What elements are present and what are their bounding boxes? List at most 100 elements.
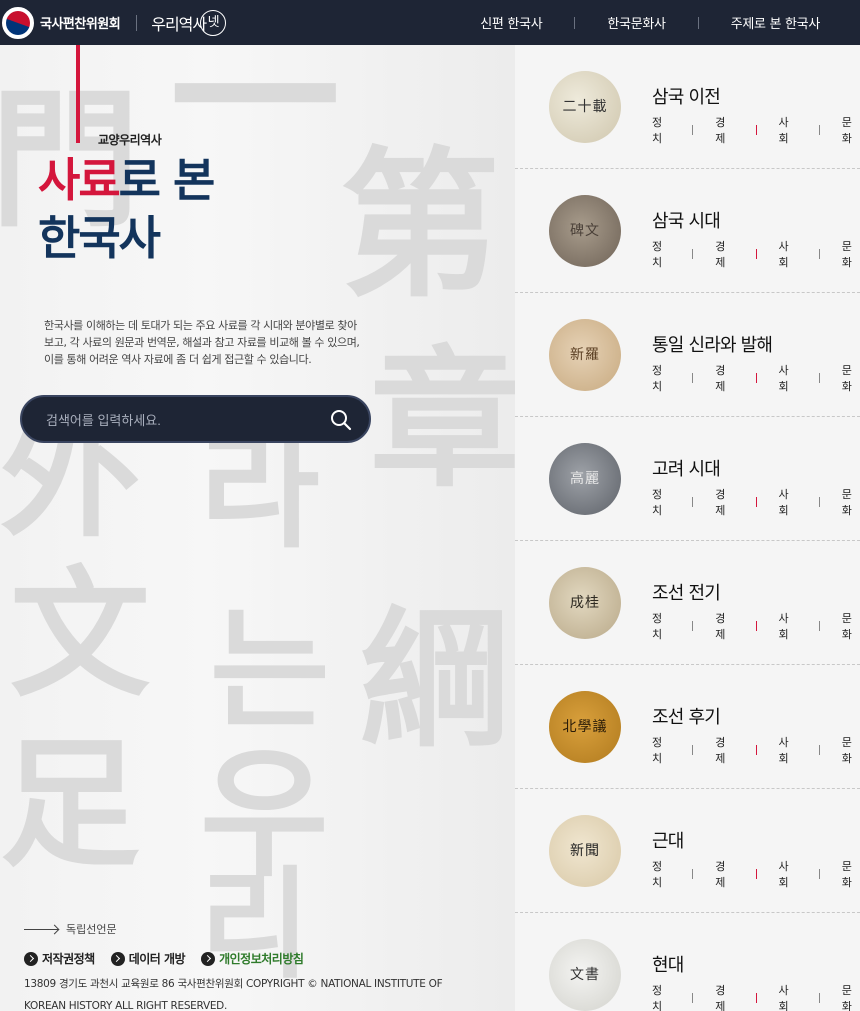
nihk-logo[interactable]: 국사편찬위원회 <box>2 6 121 39</box>
thumb-script: 成桂 <box>570 594 600 611</box>
document-thumbnail: 碑文 <box>549 195 621 267</box>
separator <box>692 125 694 135</box>
category-economy[interactable]: 경제 <box>715 486 733 518</box>
calligraphy-bg: 는 <box>210 593 330 746</box>
period-title: 삼국 이전 <box>652 87 721 108</box>
separator <box>755 497 757 507</box>
category-economy[interactable]: 경제 <box>715 734 733 766</box>
link-label: 개인정보처리방침 <box>219 952 304 966</box>
category-politics[interactable]: 정치 <box>652 114 670 146</box>
chevron-right-icon <box>110 951 125 966</box>
privacy-policy-link[interactable]: 개인정보처리방침 <box>201 950 304 967</box>
separator <box>818 249 820 259</box>
category-culture[interactable]: 문화 <box>842 114 860 146</box>
nav-korean-culture-history[interactable]: 한국문화사 <box>607 13 666 32</box>
thumb-script: 文書 <box>570 966 600 983</box>
category-politics[interactable]: 정치 <box>652 734 670 766</box>
copyright-policy-link[interactable]: 저작권정책 <box>24 950 95 967</box>
category-links: 정치 경제 사회 문화 <box>652 858 860 890</box>
nav-separator <box>697 16 699 29</box>
period-item[interactable]: 碑文 삼국 시대 정치 경제 사회 문화 <box>515 169 860 293</box>
separator <box>818 373 820 383</box>
thumb-script: 新羅 <box>570 346 600 363</box>
category-society[interactable]: 사회 <box>778 362 796 394</box>
category-economy[interactable]: 경제 <box>715 238 733 270</box>
separator <box>755 993 757 1003</box>
category-politics[interactable]: 정치 <box>652 610 670 642</box>
thumb-script: 北學議 <box>562 718 608 735</box>
category-culture[interactable]: 문화 <box>842 982 860 1011</box>
category-links: 정치 경제 사회 문화 <box>652 610 860 642</box>
category-society[interactable]: 사회 <box>778 238 796 270</box>
hero-description: 한국사를 이해하는 데 토대가 되는 주요 사료를 각 시대와 분야별로 찾아보… <box>44 319 360 366</box>
category-society[interactable]: 사회 <box>778 858 796 890</box>
separator <box>818 993 820 1003</box>
hero-section: 門 一 第 章 外 라 文 는 綱 足 우 리 교양우리역사 사료로 본 한국사… <box>0 45 515 1011</box>
search-input[interactable] <box>46 409 326 431</box>
category-politics[interactable]: 정치 <box>652 362 670 394</box>
period-title: 근대 <box>652 831 684 852</box>
category-economy[interactable]: 경제 <box>715 610 733 642</box>
period-item[interactable]: 北學議 조선 후기 정치 경제 사회 문화 <box>515 665 860 789</box>
period-list: 二十載 삼국 이전 정치 경제 사회 문화 碑文 삼국 시대 정치 경제 사회 … <box>515 45 860 1011</box>
open-data-link[interactable]: 데이터 개방 <box>110 950 186 967</box>
brand-circle: 넷 <box>200 9 227 36</box>
nav-thematic-history[interactable]: 주제로 본 한국사 <box>731 13 821 32</box>
separator <box>692 869 694 879</box>
document-thumbnail: 新聞 <box>549 815 621 887</box>
category-economy[interactable]: 경제 <box>715 114 733 146</box>
category-politics[interactable]: 정치 <box>652 858 670 890</box>
category-culture[interactable]: 문화 <box>842 486 860 518</box>
declaration-caption: 독립선언문 <box>24 921 117 937</box>
period-item[interactable]: 文書 현대 정치 경제 사회 문화 <box>515 913 860 1011</box>
chevron-right-icon <box>24 951 38 966</box>
arrow-right-icon <box>24 928 58 930</box>
category-society[interactable]: 사회 <box>778 734 796 766</box>
calligraphy-bg: 第 <box>340 131 501 319</box>
document-thumbnail: 北學議 <box>549 691 621 763</box>
separator <box>755 249 757 259</box>
period-title: 현대 <box>652 955 684 976</box>
separator <box>818 745 820 755</box>
period-title: 조선 전기 <box>652 583 721 604</box>
category-politics[interactable]: 정치 <box>652 486 670 518</box>
period-item[interactable]: 高麗 고려 시대 정치 경제 사회 문화 <box>515 417 860 541</box>
document-thumbnail: 文書 <box>549 939 621 1011</box>
document-thumbnail: 成桂 <box>549 567 621 639</box>
period-item[interactable]: 二十載 삼국 이전 정치 경제 사회 문화 <box>515 45 860 169</box>
category-politics[interactable]: 정치 <box>652 238 670 270</box>
woori-history-logo[interactable]: 우리역사 넷 <box>151 9 227 36</box>
category-society[interactable]: 사회 <box>778 610 796 642</box>
category-culture[interactable]: 문화 <box>842 610 860 642</box>
category-economy[interactable]: 경제 <box>715 858 733 890</box>
period-item[interactable]: 新羅 통일 신라와 발해 정치 경제 사회 문화 <box>515 293 860 417</box>
period-item[interactable]: 成桂 조선 전기 정치 경제 사회 문화 <box>515 541 860 665</box>
category-society[interactable]: 사회 <box>778 982 796 1011</box>
category-links: 정치 경제 사회 문화 <box>652 486 860 518</box>
category-society[interactable]: 사회 <box>778 114 796 146</box>
calligraphy-bg: 足 <box>0 723 141 887</box>
nav-sinpyeon-hankuksa[interactable]: 신편 한국사 <box>480 13 542 32</box>
category-society[interactable]: 사회 <box>778 486 796 518</box>
divider <box>136 14 138 31</box>
brand-text: 우리역사 <box>151 14 207 34</box>
thumb-script: 高麗 <box>570 470 600 487</box>
period-title: 통일 신라와 발해 <box>652 335 773 356</box>
category-culture[interactable]: 문화 <box>842 362 860 394</box>
search-icon[interactable] <box>329 408 353 432</box>
period-item[interactable]: 新聞 근대 정치 경제 사회 문화 <box>515 789 860 913</box>
separator <box>692 745 694 755</box>
thumb-script: 碑文 <box>570 222 600 239</box>
separator <box>755 125 757 135</box>
thumb-script: 新聞 <box>570 842 600 859</box>
category-culture[interactable]: 문화 <box>842 238 860 270</box>
category-economy[interactable]: 경제 <box>715 982 733 1011</box>
category-culture[interactable]: 문화 <box>842 734 860 766</box>
separator <box>755 745 757 755</box>
calligraphy-bg: 리 <box>200 854 311 995</box>
category-culture[interactable]: 문화 <box>842 858 860 890</box>
separator <box>692 993 694 1003</box>
category-politics[interactable]: 정치 <box>652 982 670 1011</box>
category-economy[interactable]: 경제 <box>715 362 733 394</box>
period-title: 삼국 시대 <box>652 211 721 232</box>
